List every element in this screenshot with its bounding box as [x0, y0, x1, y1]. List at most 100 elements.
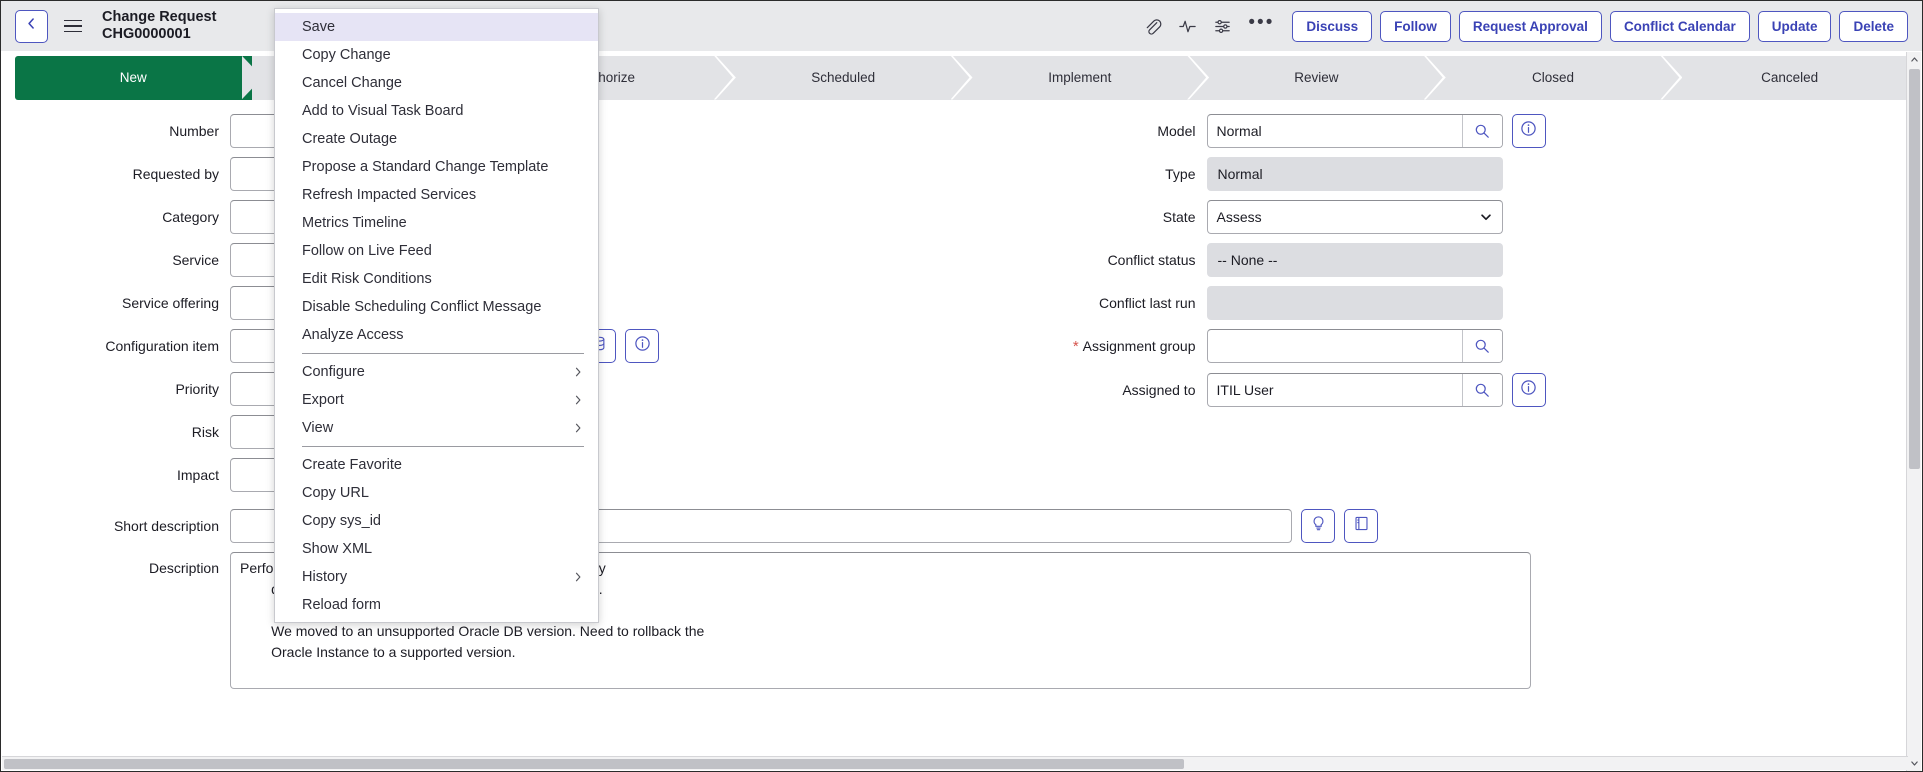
- scroll-down-icon[interactable]: [1907, 756, 1922, 771]
- menu-item-create-favorite[interactable]: Create Favorite: [275, 451, 598, 479]
- menu-item-analyze-access[interactable]: Analyze Access: [275, 321, 598, 349]
- menu-item-reload-form[interactable]: Reload form: [275, 591, 598, 619]
- info-icon: [634, 335, 651, 357]
- assignment-group-input-wrap[interactable]: [1207, 329, 1503, 363]
- stage-canceled[interactable]: Canceled: [1671, 56, 1908, 100]
- request-approval-button[interactable]: Request Approval: [1459, 11, 1602, 42]
- assigned-to-input-wrap[interactable]: [1207, 373, 1503, 407]
- field-row-conflict-last-run: Conflict last run: [992, 286, 1909, 320]
- more-options-icon[interactable]: •••: [1248, 18, 1274, 35]
- form-context-menu[interactable]: Save Copy Change Cancel Change Add to Vi…: [274, 8, 599, 623]
- menu-item-view[interactable]: View: [275, 414, 598, 442]
- menu-item-disable-scheduling-conflict-message[interactable]: Disable Scheduling Conflict Message: [275, 293, 598, 321]
- hamburger-icon[interactable]: [58, 11, 88, 41]
- search-icon[interactable]: [1462, 374, 1502, 406]
- service-offering-label: Service offering: [15, 286, 230, 320]
- model-info-button[interactable]: [1512, 114, 1546, 148]
- type-label: Type: [992, 157, 1207, 191]
- horizontal-scrollbar[interactable]: [2, 756, 1908, 770]
- activity-icon[interactable]: [1178, 17, 1197, 36]
- page-title: Change Request CHG0000001: [102, 9, 216, 43]
- menu-separator: [302, 446, 584, 447]
- menu-item-configure[interactable]: Configure: [275, 358, 598, 386]
- stage-implement[interactable]: Implement: [962, 56, 1199, 100]
- chevron-right-icon: [572, 422, 584, 434]
- menu-item-add-to-visual-task-board[interactable]: Add to Visual Task Board: [275, 97, 598, 125]
- vertical-scroll-thumb[interactable]: [1909, 69, 1920, 469]
- field-row-conflict-status: Conflict status -- None --: [992, 243, 1909, 277]
- menu-item-copy-change[interactable]: Copy Change: [275, 41, 598, 69]
- category-label: Category: [15, 200, 230, 234]
- short-description-suggestion-button[interactable]: [1301, 509, 1335, 543]
- menu-item-copy-url[interactable]: Copy URL: [275, 479, 598, 507]
- assignment-group-input[interactable]: [1208, 330, 1462, 362]
- conflict-last-run-value: [1207, 286, 1503, 320]
- priority-label: Priority: [15, 372, 230, 406]
- chevron-right-icon: [572, 366, 584, 378]
- menu-item-edit-risk-conditions[interactable]: Edit Risk Conditions: [275, 265, 598, 293]
- field-row-type: Type Normal: [992, 157, 1909, 191]
- number-label: Number: [15, 114, 230, 148]
- model-label: Model: [992, 114, 1207, 148]
- requested-by-label: Requested by: [15, 157, 230, 191]
- knowledge-search-button[interactable]: [1344, 509, 1378, 543]
- stage-closed[interactable]: Closed: [1435, 56, 1672, 100]
- lightbulb-icon: [1310, 515, 1327, 537]
- stage-new[interactable]: New: [15, 56, 252, 100]
- conflict-last-run-label: Conflict last run: [992, 286, 1207, 320]
- menu-separator: [302, 353, 584, 354]
- search-icon[interactable]: [1462, 330, 1502, 362]
- menu-item-metrics-timeline[interactable]: Metrics Timeline: [275, 209, 598, 237]
- servicenow-change-request-window: Change Request CHG0000001: [0, 0, 1923, 772]
- chevron-right-icon: [572, 571, 584, 583]
- menu-item-export[interactable]: Export: [275, 386, 598, 414]
- conflict-calendar-button[interactable]: Conflict Calendar: [1610, 11, 1750, 42]
- required-marker-icon: *: [1073, 338, 1079, 355]
- knowledge-book-icon: [1353, 515, 1370, 537]
- impact-label: Impact: [15, 458, 230, 492]
- risk-label: Risk: [15, 415, 230, 449]
- menu-item-propose-a-standard-change-template[interactable]: Propose a Standard Change Template: [275, 153, 598, 181]
- stage-scheduled[interactable]: Scheduled: [725, 56, 962, 100]
- field-row-assignment-group: *Assignment group: [992, 329, 1909, 364]
- info-icon: [1520, 379, 1537, 401]
- menu-item-copy-sys-id[interactable]: Copy sys_id: [275, 507, 598, 535]
- short-description-label: Short description: [15, 509, 230, 543]
- attachment-icon[interactable]: [1143, 17, 1162, 36]
- menu-item-show-xml[interactable]: Show XML: [275, 535, 598, 563]
- follow-button[interactable]: Follow: [1380, 11, 1451, 42]
- assignment-group-label: *Assignment group: [992, 329, 1207, 364]
- menu-item-history[interactable]: History: [275, 563, 598, 591]
- model-input[interactable]: [1208, 115, 1462, 147]
- menu-item-cancel-change[interactable]: Cancel Change: [275, 69, 598, 97]
- search-icon[interactable]: [1462, 115, 1502, 147]
- menu-item-create-outage[interactable]: Create Outage: [275, 125, 598, 153]
- menu-item-refresh-impacted-services[interactable]: Refresh Impacted Services: [275, 181, 598, 209]
- form-right-column: Model: [962, 114, 1909, 501]
- assigned-to-info-button[interactable]: [1512, 373, 1546, 407]
- conflict-status-value: -- None --: [1207, 243, 1503, 277]
- vertical-scrollbar[interactable]: [1906, 52, 1921, 771]
- conflict-status-label: Conflict status: [992, 243, 1207, 277]
- discuss-button[interactable]: Discuss: [1292, 11, 1372, 42]
- chevron-left-icon: [25, 17, 38, 35]
- scroll-up-icon[interactable]: [1907, 52, 1922, 67]
- assigned-to-input[interactable]: [1208, 374, 1462, 406]
- menu-item-save[interactable]: Save: [275, 13, 598, 41]
- menu-item-follow-on-live-feed[interactable]: Follow on Live Feed: [275, 237, 598, 265]
- state-label: State: [992, 200, 1207, 234]
- horizontal-scroll-thumb[interactable]: [4, 759, 1184, 769]
- personalize-form-icon[interactable]: [1213, 17, 1232, 36]
- ci-info-button[interactable]: [625, 329, 659, 363]
- field-row-assigned-to: Assigned to: [992, 373, 1909, 407]
- model-input-wrap[interactable]: [1207, 114, 1503, 148]
- assigned-to-label: Assigned to: [992, 373, 1207, 407]
- configuration-item-label: Configuration item: [15, 329, 230, 363]
- stage-review[interactable]: Review: [1198, 56, 1435, 100]
- delete-button[interactable]: Delete: [1839, 11, 1908, 42]
- back-button[interactable]: [15, 10, 48, 43]
- header-icon-group: •••: [1143, 17, 1274, 36]
- state-value: Assess: [1217, 209, 1262, 225]
- state-select[interactable]: Assess: [1207, 200, 1503, 234]
- update-button[interactable]: Update: [1758, 11, 1832, 42]
